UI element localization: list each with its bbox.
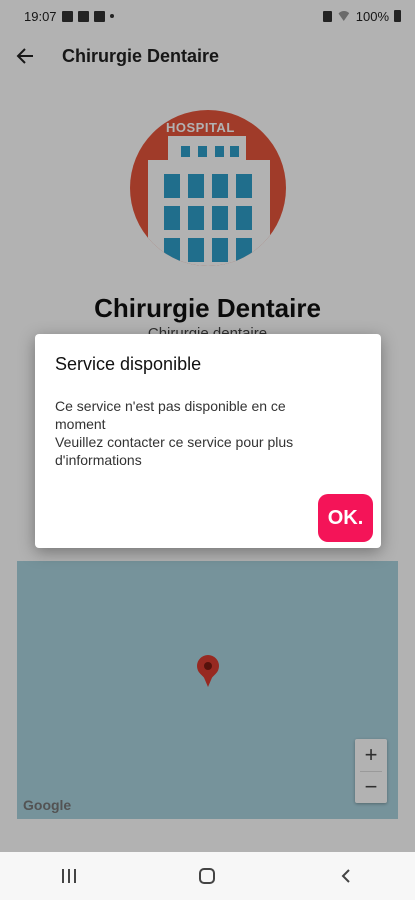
home-icon <box>199 868 216 884</box>
screen: 19:07 100% Chirurgie Dentaire HOSPITAL C… <box>0 0 415 900</box>
service-dialog: Service disponible Ce service n'est pas … <box>35 334 381 548</box>
home-button[interactable] <box>177 856 237 896</box>
system-nav-bar <box>0 852 415 900</box>
recent-apps-button[interactable] <box>39 856 99 896</box>
system-back-button[interactable] <box>316 856 376 896</box>
recent-apps-icon <box>62 869 77 883</box>
chevron-left-icon <box>341 869 350 883</box>
dialog-title: Service disponible <box>55 354 202 374</box>
ok-button[interactable]: OK. <box>318 494 373 542</box>
dialog-message: Ce service n'est pas disponible en ce mo… <box>55 398 294 468</box>
